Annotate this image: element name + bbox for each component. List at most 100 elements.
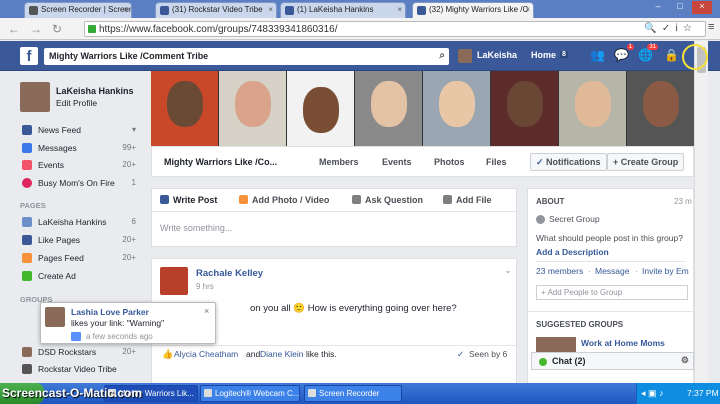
minimize-icon[interactable]: – [648, 1, 668, 14]
sidebar-item-label: Create Ad [38, 271, 76, 281]
clock[interactable]: 7:37 PM [687, 388, 719, 398]
chevron-down-icon[interactable]: ⌄ [504, 265, 512, 276]
create-group-button[interactable]: + Create Group [607, 153, 685, 171]
chat-settings-icon[interactable]: ⚙ [681, 355, 689, 366]
post-author-name[interactable]: Rachale Kelley [196, 268, 263, 279]
user-avatar[interactable] [458, 49, 472, 63]
members-link[interactable]: 23 members [536, 266, 583, 276]
notifications-icon[interactable]: 🌐 31 [638, 44, 658, 62]
tray-icons[interactable]: ◂ ▣ ♪ [641, 388, 664, 399]
browser-tab-active[interactable]: (32) Mighty Warriors Like /C × [412, 2, 534, 18]
message-link[interactable]: Message [595, 266, 630, 276]
sidebar-item-like-pages[interactable]: Like Pages 20+ [20, 234, 140, 248]
header-user-name[interactable]: LaKeisha [477, 50, 517, 60]
home-link[interactable]: Home [531, 50, 556, 60]
liker-link[interactable]: Alycia Cheatham [174, 349, 238, 359]
address-bar-row: ← → ↻ https://www.facebook.com/groups/74… [0, 18, 720, 40]
sidebar-item-busy-moms[interactable]: Busy Mom's On Fire 1 [20, 177, 140, 191]
page-scrollbar[interactable] [694, 41, 708, 383]
tab-close-icon[interactable]: × [268, 5, 273, 14]
profile-avatar[interactable] [20, 82, 50, 112]
notifications-button[interactable]: ✓ Notifications [530, 153, 607, 171]
post-author-avatar[interactable] [160, 267, 188, 295]
notification-toast[interactable]: Lashia Love Parker likes your link: "War… [40, 302, 216, 344]
back-arrow-icon[interactable]: ← [8, 22, 20, 36]
system-tray: ◂ ▣ ♪ 7:37 PM [636, 383, 720, 404]
invite-link[interactable]: Invite by Em [642, 266, 689, 276]
privacy-lock-icon[interactable]: 🔒 [664, 48, 679, 62]
suggested-group-photo[interactable] [536, 337, 576, 353]
add-people-input[interactable]: + Add People to Group [536, 285, 688, 300]
tab-add-photo-video[interactable]: Add Photo / Video [239, 195, 329, 205]
sidebar-item-label: LaKeisha Hankins [38, 217, 107, 227]
sidebar-item-group[interactable]: Rockstar Video Tribe [20, 363, 140, 377]
notification-name[interactable]: Lashia Love Parker [71, 307, 149, 317]
sidebar-item-count: 20+ [122, 160, 136, 169]
tab-label: Ask Question [365, 195, 424, 205]
taskbar-item[interactable]: Screen Recorder [304, 385, 402, 402]
like-suffix: like this. [306, 349, 337, 359]
members-short: 23 m [674, 197, 692, 206]
tab-write-post[interactable]: Write Post [160, 195, 217, 205]
tab-events[interactable]: Events [382, 157, 412, 167]
sidebar-item-news-feed[interactable]: News Feed ▾ [20, 124, 140, 138]
profile-name[interactable]: LaKeisha Hankins [56, 86, 134, 96]
cover-face-photo [423, 71, 491, 146]
taskbar-item[interactable]: Logitech® Webcam C... [200, 385, 300, 402]
liker-link[interactable]: Diane Klein [260, 349, 303, 359]
facebook-logo-icon[interactable]: f [20, 47, 38, 65]
reload-icon[interactable]: ↻ [52, 22, 62, 36]
sidebar-item-events[interactable]: Events 20+ [20, 159, 140, 173]
seen-by[interactable]: Seen by 6 [469, 349, 507, 359]
maximize-icon[interactable]: □ [670, 1, 690, 14]
messages-icon[interactable]: 💬 1 [614, 44, 634, 62]
tab-label: (1) LaKeisha Hankins [297, 5, 374, 14]
sidebar-item-group[interactable]: DSD Rockstars 20+ [20, 346, 140, 360]
tab-files[interactable]: Files [486, 157, 507, 167]
left-sidebar: LaKeisha Hankins Edit Profile News Feed … [20, 80, 140, 404]
chat-bar[interactable]: Chat (2) ⚙ [531, 352, 694, 370]
notifications-button-label: Notifications [546, 157, 601, 167]
friend-requests-icon[interactable]: 👥 [590, 48, 605, 62]
check-icon: ✓ [457, 349, 465, 359]
group-cover-photo[interactable] [151, 71, 694, 146]
sidebar-item-messages[interactable]: Messages 99+ [20, 142, 140, 156]
search-input[interactable]: Mighty Warriors Like /Comment Tribe ⌕ [44, 48, 449, 65]
taskbar-item-label: Screen Recorder [319, 389, 380, 398]
tab-ask-question[interactable]: Ask Question [352, 195, 423, 205]
post-time[interactable]: 9 hrs [196, 282, 214, 291]
url-field[interactable]: https://www.facebook.com/groups/74833934… [84, 21, 706, 37]
tab-close-icon[interactable]: × [525, 5, 530, 14]
tab-close-icon[interactable]: × [397, 5, 402, 14]
post-composer: Write Post Add Photo / Video Ask Questio… [151, 188, 518, 247]
browser-tab[interactable]: Screen Recorder | Screenca × [24, 2, 132, 18]
browser-tab[interactable]: (1) LaKeisha Hankins × [280, 2, 406, 18]
sidebar-item-label: Like Pages [38, 235, 81, 245]
caret-down-icon[interactable]: ▾ [132, 125, 136, 134]
sidebar-item-count: 20+ [122, 235, 136, 244]
sidebar-item-create-ad[interactable]: Create Ad [20, 270, 140, 284]
menu-icon[interactable]: ≡ [708, 21, 714, 33]
tab-close-icon[interactable]: × [123, 5, 128, 14]
plus-icon: + [613, 157, 621, 167]
tab-members[interactable]: Members [319, 157, 359, 167]
search-icon[interactable]: ⌕ [439, 50, 445, 61]
forward-arrow-icon[interactable]: → [30, 22, 42, 36]
group-name[interactable]: Mighty Warriors Like /Co... [164, 157, 277, 167]
tab-add-file[interactable]: Add File [443, 195, 492, 205]
suggested-group-name[interactable]: Work at Home Moms [581, 338, 665, 348]
edit-profile-link[interactable]: Edit Profile [56, 98, 97, 108]
notification-text: likes your link: "Warning" [71, 318, 165, 328]
sidebar-item-page[interactable]: LaKeisha Hankins 6 [20, 216, 140, 230]
notification-avatar [45, 307, 65, 327]
sidebar-item-pages-feed[interactable]: Pages Feed 20+ [20, 252, 140, 266]
cover-face-photo [355, 71, 423, 146]
like-thumb-icon: 👍 [162, 349, 174, 359]
add-description-link[interactable]: Add a Description [536, 247, 609, 257]
close-window-icon[interactable]: × [692, 1, 712, 14]
close-icon[interactable]: × [204, 306, 209, 316]
about-question: What should people post in this group? [536, 233, 683, 243]
tab-photos[interactable]: Photos [434, 157, 465, 167]
browser-tab[interactable]: (31) Rockstar Video Tribe × [155, 2, 277, 18]
write-something-input[interactable]: Write something... [160, 223, 232, 233]
